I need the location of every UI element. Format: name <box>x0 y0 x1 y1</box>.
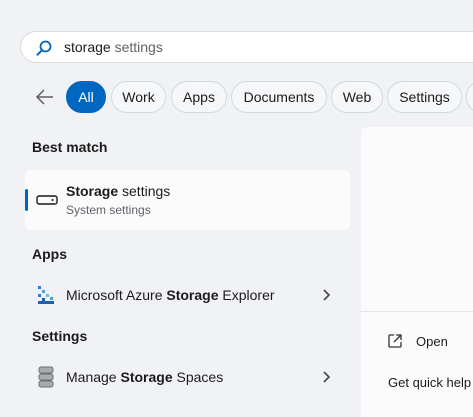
best-match-header: Best match <box>32 139 108 155</box>
filter-documents[interactable]: Documents <box>231 81 327 113</box>
filter-all[interactable]: All <box>66 81 106 113</box>
best-match-card[interactable] <box>25 170 350 230</box>
preview-panel <box>361 127 473 417</box>
best-match-subtitle: System settings <box>66 203 151 217</box>
app-label-post: Explorer <box>218 287 275 303</box>
search-query-bold: storage <box>64 39 111 55</box>
quick-help-text: Get quick help f <box>388 375 473 390</box>
search-query-rest: settings <box>110 39 163 55</box>
chevron-right-icon[interactable] <box>321 289 331 301</box>
filter-web[interactable]: Web <box>331 81 383 113</box>
filter-work[interactable]: Work <box>111 81 166 113</box>
storage-spaces-icon <box>38 366 54 388</box>
search-box[interactable]: storage settings <box>20 31 473 63</box>
drive-icon <box>36 195 58 205</box>
open-action[interactable]: Open <box>416 334 448 349</box>
settings-label-pre: Manage <box>66 369 121 385</box>
search-icon <box>36 40 52 56</box>
apps-header: Apps <box>32 246 67 262</box>
chevron-right-icon[interactable] <box>321 371 331 383</box>
filter-settings[interactable]: Settings <box>387 81 462 113</box>
filter-more[interactable] <box>466 81 473 113</box>
filter-apps[interactable]: Apps <box>171 81 227 113</box>
settings-label-bold: Storage <box>120 369 173 385</box>
back-arrow-icon[interactable] <box>34 86 56 108</box>
azure-storage-explorer-icon <box>38 286 54 304</box>
settings-result-label: Manage Storage Spaces <box>66 369 223 385</box>
settings-label-post: Spaces <box>172 369 224 385</box>
settings-header: Settings <box>32 328 88 344</box>
best-match-title-rest: settings <box>118 183 171 199</box>
open-external-icon[interactable] <box>387 333 403 349</box>
best-match-title-bold: Storage <box>66 183 119 199</box>
app-label-pre: Microsoft Azure <box>66 287 167 303</box>
preview-divider <box>361 311 473 312</box>
best-match-title: Storage settings <box>66 183 170 199</box>
search-input[interactable]: storage settings <box>64 39 163 55</box>
selection-indicator <box>25 189 28 211</box>
app-result-label: Microsoft Azure Storage Explorer <box>66 287 275 303</box>
app-label-bold: Storage <box>166 287 219 303</box>
